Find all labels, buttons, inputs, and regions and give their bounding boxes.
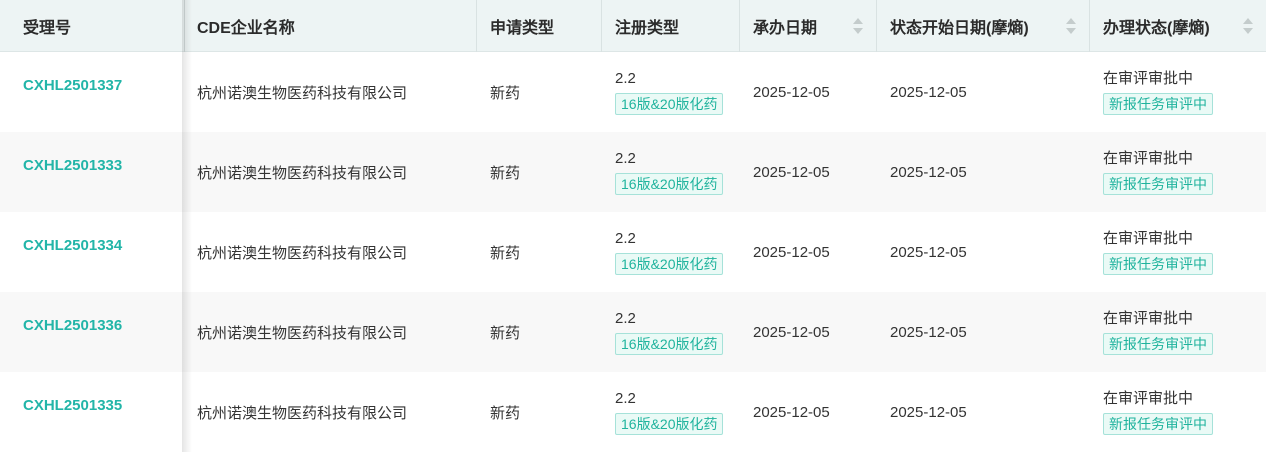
status-value: 在审评审批中: [1103, 150, 1194, 167]
status-value: 在审评审批中: [1103, 310, 1194, 327]
apply-type-cell: 新药: [490, 244, 521, 262]
table-row: CXHL2501336 杭州诺澳生物医药科技有限公司 新药 2.2 16版&20…: [0, 292, 1266, 372]
status-start-date-cell: 2025-12-05: [890, 83, 967, 101]
reg-type-cell: 2.2 16版&20版化药: [602, 372, 740, 452]
column-header-status[interactable]: 办理状态(摩熵): [1090, 0, 1266, 52]
status-value: 在审评审批中: [1103, 390, 1194, 407]
status-cell: 在审评审批中 新报任务审评中: [1090, 52, 1266, 132]
reg-type-tag: 16版&20版化药: [615, 253, 724, 275]
accept-no-link[interactable]: CXHL2501334: [23, 237, 184, 254]
company-cell: 杭州诺澳生物医药科技有限公司: [197, 244, 408, 262]
status-value: 在审评审批中: [1103, 70, 1194, 87]
apply-type-cell: 新药: [490, 164, 521, 182]
status-cell: 在审评审批中 新报任务审评中: [1090, 132, 1266, 212]
reg-type-tag: 16版&20版化药: [615, 413, 724, 435]
accept-no-cell: CXHL2501335: [0, 372, 184, 452]
reg-type-tag: 16版&20版化药: [615, 93, 724, 115]
accept-no-link[interactable]: CXHL2501336: [23, 317, 184, 334]
undertake-date-cell: 2025-12-05: [753, 403, 830, 421]
status-start-date-cell: 2025-12-05: [890, 243, 967, 261]
column-header-label: 状态开始日期(摩熵): [890, 20, 1029, 37]
column-header-label: 受理号: [23, 20, 72, 37]
status-start-date-cell: 2025-12-05: [890, 323, 967, 341]
undertake-date-cell: 2025-12-05: [753, 243, 830, 261]
apply-type-cell: 新药: [490, 404, 521, 422]
table-body: CXHL2501337 杭州诺澳生物医药科技有限公司 新药 2.2 16版&20…: [0, 52, 1266, 452]
apply-type-cell: 新药: [490, 84, 521, 102]
reg-type-tag: 16版&20版化药: [615, 173, 724, 195]
column-header-status-start-date[interactable]: 状态开始日期(摩熵): [877, 0, 1090, 52]
accept-no-link[interactable]: CXHL2501333: [23, 157, 184, 174]
sort-arrows-icon[interactable]: [852, 16, 864, 36]
column-header-company: CDE企业名称: [184, 0, 477, 52]
reg-type-value: 2.2: [615, 390, 636, 407]
status-tag: 新报任务审评中: [1103, 173, 1213, 195]
apply-type-cell: 新药: [490, 324, 521, 342]
status-cell: 在审评审批中 新报任务审评中: [1090, 292, 1266, 372]
column-header-accept-no: 受理号: [0, 0, 184, 52]
column-header-label: 承办日期: [753, 20, 818, 37]
reg-type-cell: 2.2 16版&20版化药: [602, 132, 740, 212]
data-table: 受理号 CDE企业名称 申请类型 注册类型 承办日期 状态开始日期(摩熵) 办理…: [0, 0, 1266, 452]
table-header: 受理号 CDE企业名称 申请类型 注册类型 承办日期 状态开始日期(摩熵) 办理…: [0, 0, 1266, 52]
table-row: CXHL2501334 杭州诺澳生物医药科技有限公司 新药 2.2 16版&20…: [0, 212, 1266, 292]
reg-type-cell: 2.2 16版&20版化药: [602, 52, 740, 132]
status-cell: 在审评审批中 新报任务审评中: [1090, 212, 1266, 292]
reg-type-value: 2.2: [615, 310, 636, 327]
company-cell: 杭州诺澳生物医药科技有限公司: [197, 84, 408, 102]
table-row: CXHL2501333 杭州诺澳生物医药科技有限公司 新药 2.2 16版&20…: [0, 132, 1266, 212]
accept-no-link[interactable]: CXHL2501335: [23, 397, 184, 414]
column-header-label: 办理状态(摩熵): [1103, 20, 1210, 37]
status-tag: 新报任务审评中: [1103, 93, 1213, 115]
company-cell: 杭州诺澳生物医药科技有限公司: [197, 404, 408, 422]
status-start-date-cell: 2025-12-05: [890, 403, 967, 421]
status-start-date-cell: 2025-12-05: [890, 163, 967, 181]
reg-type-cell: 2.2 16版&20版化药: [602, 212, 740, 292]
table-row: CXHL2501335 杭州诺澳生物医药科技有限公司 新药 2.2 16版&20…: [0, 372, 1266, 452]
undertake-date-cell: 2025-12-05: [753, 83, 830, 101]
accept-no-cell: CXHL2501336: [0, 292, 184, 372]
accept-no-cell: CXHL2501337: [0, 52, 184, 132]
company-cell: 杭州诺澳生物医药科技有限公司: [197, 324, 408, 342]
reg-type-cell: 2.2 16版&20版化药: [602, 292, 740, 372]
undertake-date-cell: 2025-12-05: [753, 163, 830, 181]
fixed-column-divider: [184, 0, 185, 52]
column-header-reg-type: 注册类型: [602, 0, 740, 52]
accept-no-link[interactable]: CXHL2501337: [23, 77, 184, 94]
company-cell: 杭州诺澳生物医药科技有限公司: [197, 164, 408, 182]
reg-type-value: 2.2: [615, 230, 636, 247]
column-header-label: 申请类型: [490, 20, 555, 37]
status-tag: 新报任务审评中: [1103, 333, 1213, 355]
column-header-label: CDE企业名称: [197, 20, 295, 37]
sort-arrows-icon[interactable]: [1065, 16, 1077, 36]
reg-type-tag: 16版&20版化药: [615, 333, 724, 355]
status-tag: 新报任务审评中: [1103, 413, 1213, 435]
column-header-undertake-date[interactable]: 承办日期: [740, 0, 877, 52]
reg-type-value: 2.2: [615, 150, 636, 167]
status-tag: 新报任务审评中: [1103, 253, 1213, 275]
column-header-label: 注册类型: [615, 20, 680, 37]
accept-no-cell: CXHL2501333: [0, 132, 184, 212]
table-row: CXHL2501337 杭州诺澳生物医药科技有限公司 新药 2.2 16版&20…: [0, 52, 1266, 132]
accept-no-cell: CXHL2501334: [0, 212, 184, 292]
status-value: 在审评审批中: [1103, 230, 1194, 247]
column-header-apply-type: 申请类型: [477, 0, 602, 52]
sort-arrows-icon[interactable]: [1242, 16, 1254, 36]
reg-type-value: 2.2: [615, 70, 636, 87]
status-cell: 在审评审批中 新报任务审评中: [1090, 372, 1266, 452]
undertake-date-cell: 2025-12-05: [753, 323, 830, 341]
